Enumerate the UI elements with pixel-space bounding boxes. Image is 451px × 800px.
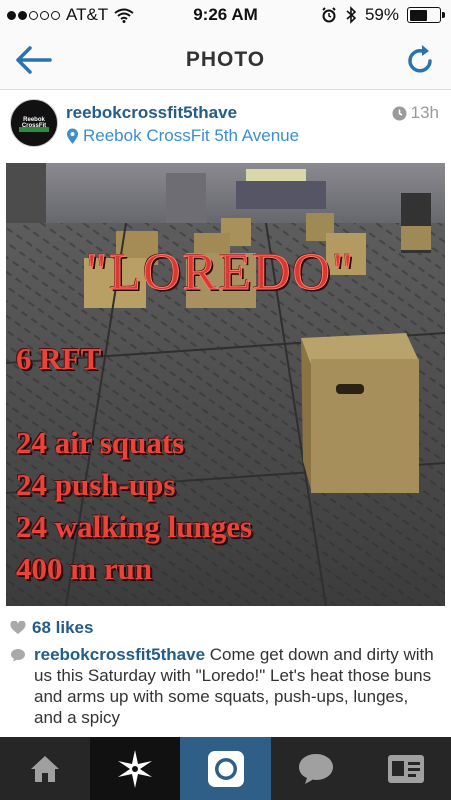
heart-icon xyxy=(10,621,26,634)
tab-bar xyxy=(0,737,451,800)
avatar[interactable]: Reebok CrossFit xyxy=(10,99,58,147)
camera-icon xyxy=(207,750,244,787)
wod-line: 24 air squats xyxy=(16,425,185,460)
likes-count: 68 likes xyxy=(32,618,94,637)
alarm-clock-icon xyxy=(322,7,336,23)
wod-line: 24 walking lunges xyxy=(16,509,253,544)
post-time: 13h xyxy=(392,103,439,123)
post-photo[interactable]: "LOREDO" 6 RFT 24 air squats 24 push-ups… xyxy=(6,163,445,606)
profile-card-icon xyxy=(387,754,424,783)
battery-level-fill xyxy=(409,9,427,21)
wod-title: "LOREDO" xyxy=(85,244,356,302)
avatar-logo-bar xyxy=(19,127,49,132)
comment-bubble-icon xyxy=(11,649,25,662)
home-icon xyxy=(31,755,60,782)
tab-news[interactable] xyxy=(271,737,361,800)
wod-line: 400 m run xyxy=(16,551,153,586)
clock-icon xyxy=(392,106,407,120)
bluetooth-icon xyxy=(346,6,357,24)
status-bar: AT&T 9:26 AM 59% xyxy=(0,0,451,30)
location-label: Reebok CrossFit 5th Avenue xyxy=(83,126,300,145)
post-location[interactable]: Reebok CrossFit 5th Avenue xyxy=(66,126,299,146)
caption-username[interactable]: reebokcrossfit5thave xyxy=(34,645,205,664)
post-header: Reebok CrossFit reebokcrossfit5thave Ree… xyxy=(0,91,451,157)
post-caption: reebokcrossfit5thave Come get down and d… xyxy=(10,644,440,728)
refresh-icon[interactable] xyxy=(405,44,437,76)
location-pin-icon xyxy=(67,128,78,144)
battery-icon xyxy=(407,7,445,23)
time-ago-label: 13h xyxy=(410,103,439,122)
wod-rounds: 6 RFT xyxy=(16,341,102,376)
explore-star-icon xyxy=(118,749,153,788)
battery-percent: 59% xyxy=(364,5,399,24)
tab-home[interactable] xyxy=(0,737,90,800)
page-title: PHOTO xyxy=(185,48,266,71)
news-bubble-icon xyxy=(298,753,333,784)
tab-camera[interactable] xyxy=(180,737,271,800)
likes-row[interactable]: 68 likes xyxy=(10,618,93,638)
tab-profile[interactable] xyxy=(361,737,451,800)
nav-bar: PHOTO xyxy=(0,30,451,90)
status-right: 59% xyxy=(321,5,445,25)
wod-line: 24 push-ups xyxy=(16,467,176,502)
tab-explore[interactable] xyxy=(90,737,181,800)
post-username[interactable]: reebokcrossfit5thave xyxy=(66,103,237,123)
